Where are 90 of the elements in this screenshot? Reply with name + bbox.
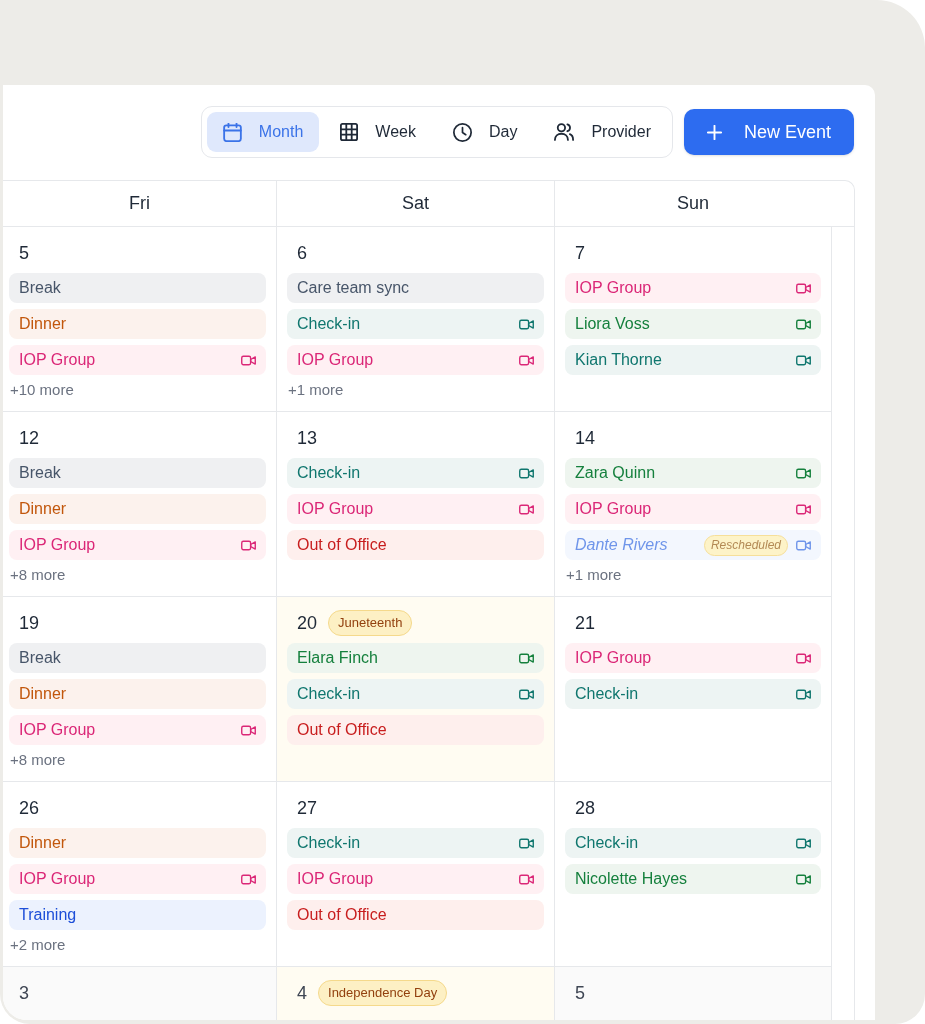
event-chip[interactable]: Dinner	[9, 679, 266, 709]
video-camera-icon	[241, 354, 256, 366]
event-chip[interactable]: Elara Finch	[287, 643, 544, 673]
video-camera-icon	[519, 354, 534, 366]
event-chip[interactable]: Break	[9, 458, 266, 488]
date-number: 5	[19, 242, 29, 265]
weekday-header: Sat	[276, 181, 554, 226]
video-camera-icon	[241, 539, 256, 551]
more-events-link[interactable]: +8 more	[9, 750, 66, 770]
video-camera-icon	[241, 873, 256, 885]
date-number: 6	[297, 242, 307, 265]
event-chip[interactable]: Out of Office	[287, 715, 544, 745]
people-icon	[554, 123, 575, 141]
event-chip[interactable]: Break	[9, 273, 266, 303]
video-camera-icon	[796, 354, 811, 366]
event-chip[interactable]: IOP Group	[287, 494, 544, 524]
more-events-link[interactable]: +1 more	[287, 380, 344, 400]
plus-icon	[706, 124, 722, 140]
event-chip[interactable]: IOP Group	[287, 864, 544, 894]
event-chip[interactable]: IOP Group	[565, 643, 821, 673]
video-camera-icon	[796, 873, 811, 885]
date-number: 21	[575, 612, 596, 635]
event-chip[interactable]: Training	[9, 900, 266, 930]
event-chip[interactable]: Dinner	[9, 828, 266, 858]
calendar-icon	[222, 122, 242, 142]
video-camera-icon	[519, 837, 534, 849]
event-chip[interactable]: Check-in	[287, 828, 544, 858]
date-number: 20	[297, 612, 318, 635]
date-number: 14	[575, 427, 596, 450]
event-chip[interactable]: Check-in	[565, 679, 821, 709]
event-chip[interactable]: Check-in	[287, 679, 544, 709]
event-chip[interactable]: IOP Group	[9, 530, 266, 560]
date-number: 26	[19, 797, 40, 820]
date-number: 27	[297, 797, 318, 820]
video-camera-icon	[519, 873, 534, 885]
video-camera-icon	[796, 318, 811, 330]
video-camera-icon	[519, 688, 534, 700]
event-chip[interactable]: Liora Voss	[565, 309, 821, 339]
video-camera-icon	[796, 467, 811, 479]
event-chip[interactable]: IOP Group	[9, 715, 266, 745]
event-chip[interactable]: Out of Office	[287, 530, 544, 560]
event-chip[interactable]: Check-in	[287, 458, 544, 488]
event-chip[interactable]: Dinner	[9, 494, 266, 524]
event-chip[interactable]: Nicolette Hayes	[565, 864, 821, 894]
more-events-link[interactable]: +2 more	[9, 935, 66, 955]
event-chip[interactable]: Dinner	[9, 309, 266, 339]
event-chip[interactable]: Care team sync	[287, 273, 544, 303]
date-number: 4	[297, 982, 307, 1005]
video-camera-icon	[796, 652, 811, 664]
event-chip[interactable]: IOP Group	[9, 864, 266, 894]
event-chip[interactable]: Check-in	[565, 828, 821, 858]
date-number: 19	[19, 612, 40, 635]
view-tab[interactable]: Month	[206, 112, 320, 152]
event-chip[interactable]: Kian Thorne	[565, 345, 821, 375]
date-number: 12	[19, 427, 40, 450]
status-badge: Rescheduled	[703, 534, 788, 556]
event-chip[interactable]: IOP Group	[287, 345, 544, 375]
date-number: 7	[575, 242, 585, 265]
clock-icon	[452, 122, 472, 142]
grid-icon	[340, 123, 359, 141]
event-chip[interactable]: IOP Group	[565, 494, 821, 524]
event-chip[interactable]: IOP Group	[9, 345, 266, 375]
video-camera-icon	[519, 467, 534, 479]
more-events-link[interactable]: +10 more	[9, 380, 74, 400]
video-camera-icon	[519, 652, 534, 664]
video-camera-icon	[519, 318, 534, 330]
video-camera-icon	[796, 282, 811, 294]
weekday-header: Sun	[554, 181, 831, 226]
holiday-badge: Juneteenth	[328, 610, 413, 636]
new-event-button[interactable]: New Event	[683, 109, 854, 155]
holiday-badge: Independence Day	[318, 980, 448, 1006]
date-number: 13	[297, 427, 318, 450]
video-camera-icon	[519, 503, 534, 515]
more-events-link[interactable]: +1 more	[565, 565, 622, 585]
video-camera-icon	[796, 503, 811, 515]
video-camera-icon	[241, 724, 256, 736]
event-chip[interactable]: IOP Group	[565, 273, 821, 303]
event-chip[interactable]: Break	[9, 643, 266, 673]
date-number: 28	[575, 797, 596, 820]
weekday-header: Fri	[128, 192, 151, 215]
more-events-link[interactable]: +8 more	[9, 565, 66, 585]
video-camera-icon	[796, 688, 811, 700]
date-number: 5	[575, 982, 585, 1005]
event-chip[interactable]: Out of Office	[287, 900, 544, 930]
event-chip[interactable]: Check-in	[287, 309, 544, 339]
video-camera-icon	[796, 837, 811, 849]
video-camera-icon	[796, 539, 811, 551]
date-number: 3	[19, 982, 29, 1005]
event-chip[interactable]: Dante Rivers Rescheduled	[565, 530, 821, 560]
event-chip[interactable]: Zara Quinn	[565, 458, 821, 488]
